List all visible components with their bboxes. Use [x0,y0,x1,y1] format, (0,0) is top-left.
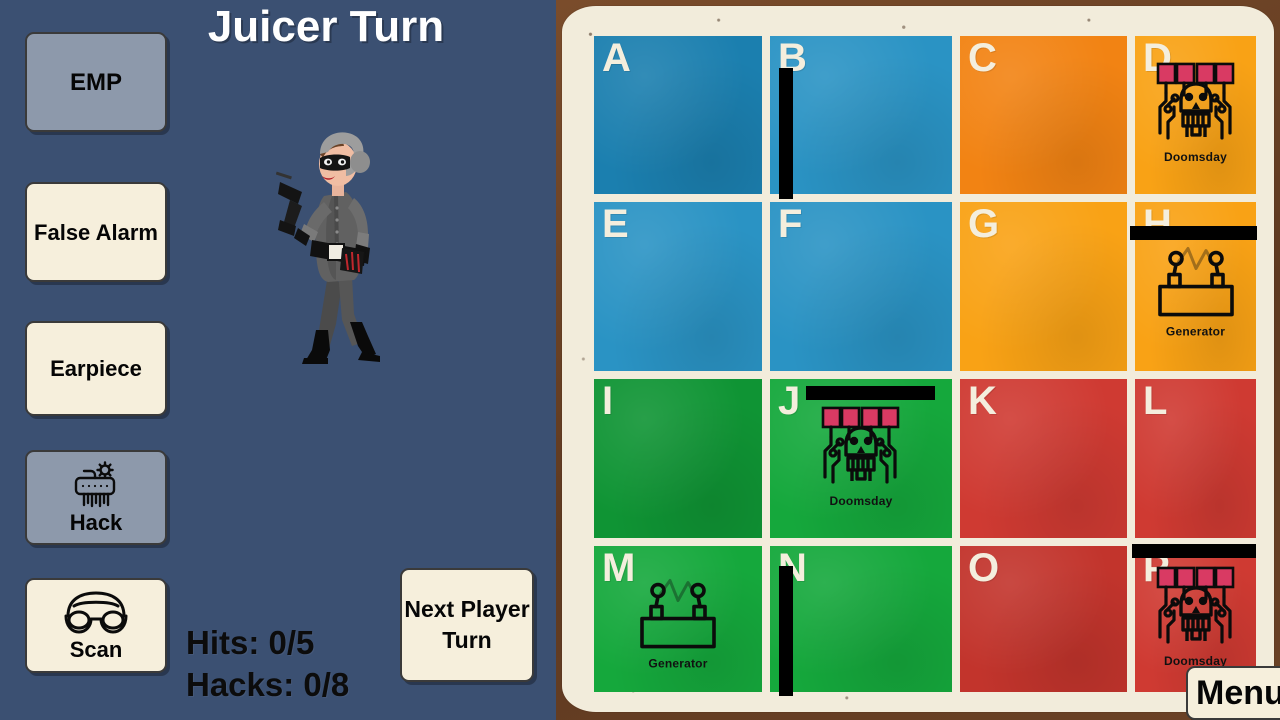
board-cell-l[interactable]: L [1135,379,1256,538]
game-board-area: A BC D Doomsday E F G H Generator I J Doom… [556,0,1280,720]
cell-letter: I [602,379,613,423]
cell-letter: L [1143,379,1167,423]
hack-button[interactable]: Hack [25,450,167,545]
menu-button[interactable]: Menu [1186,666,1280,720]
cell-letter: A [602,36,631,80]
emp-button-label: EMP [69,68,122,96]
cell-letter: F [778,202,802,246]
next-player-turn-label: Next Player Turn [404,596,530,653]
wall-d-h [1130,226,1257,240]
stats-readout: Hits: 0/5 Hacks: 0/8 [186,622,416,706]
hits-stat: Hits: 0/5 [186,624,315,661]
doomsday-icon [821,406,900,484]
wall-f-j [806,386,935,400]
earpiece-button[interactable]: Earpiece [25,321,167,416]
wall-a-b [779,68,793,199]
cell-texture [594,379,762,538]
board-cell-d[interactable]: D Doomsday [1135,36,1256,194]
wall-l-p [1132,544,1256,558]
cell-token-generator: Generator [636,579,720,671]
doomsday-icon [1156,62,1234,140]
cell-letter: E [602,202,629,246]
cell-letter: M [602,546,635,590]
hacks-stat: Hacks: 0/8 [186,666,350,703]
board-cell-j[interactable]: J Doomsday [770,379,952,538]
board-cell-b[interactable]: B [770,36,952,194]
emp-button[interactable]: EMP [25,32,167,132]
board-cell-a[interactable]: A [594,36,762,194]
false-alarm-button[interactable]: False Alarm [25,182,167,282]
next-player-turn-button[interactable]: Next Player Turn [400,568,534,682]
cell-token-doomsday: Doomsday [1154,62,1238,164]
left-control-panel: Juicer Turn EMP False Alarm Earpiece Hac… [0,0,560,720]
goggles-icon [60,590,132,636]
board-cell-e[interactable]: E [594,202,762,371]
cell-letter: G [968,202,999,246]
scan-button-label: Scan [69,636,123,662]
hack-icon [67,460,125,509]
board-cell-o[interactable]: O [960,546,1127,692]
board-paper-sheet: A BC D Doomsday E F G H Generator I J Doom… [562,6,1274,712]
cell-token-generator: Generator [1154,246,1238,338]
board-cell-i[interactable]: I [594,379,762,538]
false-alarm-button-label: False Alarm [34,219,158,245]
cell-letter: O [968,546,999,590]
cell-token-label: Generator [648,656,708,671]
cell-token-label: Doomsday [829,493,893,508]
earpiece-button-label: Earpiece [50,356,142,381]
generator-icon [640,579,716,649]
cell-token-doomsday: Doomsday [1154,566,1238,668]
cell-letter: C [968,36,997,80]
cell-letter: H [1143,202,1172,246]
board-cell-g[interactable]: G [960,202,1127,371]
cell-token-label: Doomsday [1164,149,1227,164]
cell-letter: J [778,379,800,423]
wall-m-n [779,566,793,696]
cell-token-label: Generator [1165,324,1226,339]
hack-button-label: Hack [69,509,123,535]
generator-icon [1157,246,1234,316]
thief-character-illustration [275,124,396,366]
board-grid[interactable]: A BC D Doomsday E F G H Generator I J Doom… [594,36,1257,696]
cell-token-doomsday: Doomsday [819,405,903,507]
cell-letter: K [968,379,997,423]
board-cell-m[interactable]: M Generator [594,546,762,692]
board-cell-f[interactable]: F [770,202,952,371]
doomsday-icon [1156,566,1234,644]
scan-button[interactable]: Scan [25,578,167,673]
board-cell-c[interactable]: C [960,36,1127,194]
menu-button-label: Menu [1196,673,1280,712]
board-cell-k[interactable]: K [960,379,1127,538]
board-cell-n[interactable]: N [770,546,952,692]
